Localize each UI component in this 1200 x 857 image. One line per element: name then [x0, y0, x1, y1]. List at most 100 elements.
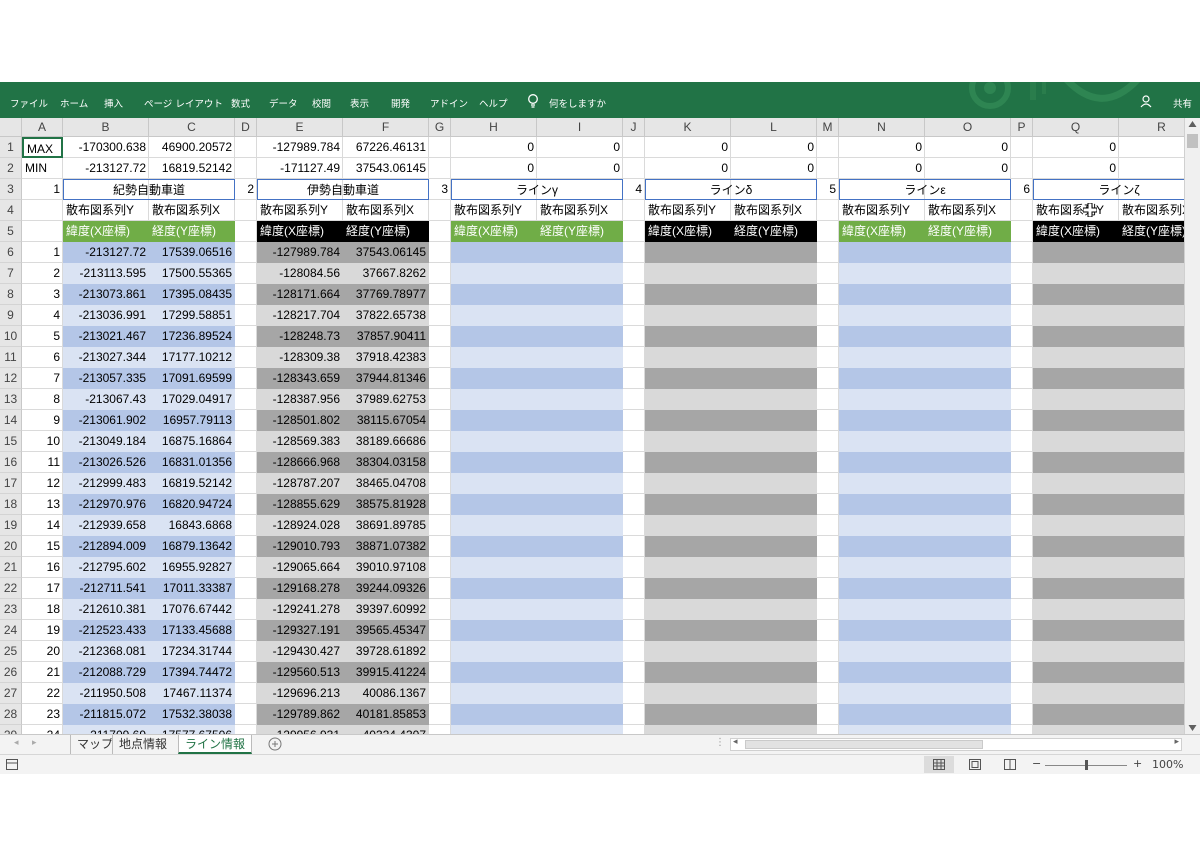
grid-cell[interactable] [817, 641, 839, 662]
grid-cell[interactable] [235, 641, 257, 662]
empty-band-cell[interactable] [645, 263, 817, 284]
grid-cell[interactable] [1011, 305, 1033, 326]
empty-band-cell[interactable] [451, 347, 623, 368]
grid-cell[interactable] [623, 704, 645, 725]
grid-cell[interactable] [623, 263, 645, 284]
row-header[interactable]: 11 [0, 347, 22, 368]
empty-band-cell[interactable] [1033, 704, 1200, 725]
empty-band-cell[interactable] [1033, 599, 1200, 620]
latitude-value[interactable]: -213061.902 [63, 410, 149, 431]
grid-cell[interactable] [1011, 515, 1033, 536]
line-number[interactable]: 5 [817, 179, 839, 200]
tab-view[interactable]: 表示 [350, 96, 369, 110]
grid-cell[interactable] [817, 158, 839, 179]
grid-cell[interactable] [429, 494, 451, 515]
latitude-value[interactable]: -211815.072 [63, 704, 149, 725]
grid-cell[interactable] [817, 389, 839, 410]
point-index[interactable]: 11 [22, 452, 63, 473]
longitude-header[interactable]: 経度(Y座標) [925, 221, 1011, 242]
grid-cell[interactable] [623, 578, 645, 599]
grid-cell[interactable] [235, 557, 257, 578]
grid-cell[interactable] [1011, 641, 1033, 662]
empty-band-cell[interactable] [1033, 641, 1200, 662]
grid-cell[interactable] [1011, 704, 1033, 725]
empty-band-cell[interactable] [645, 326, 817, 347]
tell-me-search[interactable]: 何をしますか [549, 96, 606, 110]
empty-band-cell[interactable] [1033, 683, 1200, 704]
scatter-series-x-label[interactable]: 散布図系列X [343, 200, 429, 221]
longitude-value[interactable]: 16820.94724 [149, 494, 235, 515]
latitude-value[interactable]: -129241.278 [257, 599, 343, 620]
grid-cell[interactable] [235, 683, 257, 704]
grid-cell[interactable] [235, 137, 257, 158]
row-header[interactable]: 28 [0, 704, 22, 725]
grid-cell[interactable] [429, 158, 451, 179]
grid-cell[interactable] [1011, 410, 1033, 431]
grid-cell[interactable] [235, 515, 257, 536]
latitude-value[interactable]: -213026.526 [63, 452, 149, 473]
zoom-level[interactable]: 100% [1152, 758, 1183, 771]
longitude-value[interactable]: 16831.01356 [149, 452, 235, 473]
longitude-value[interactable]: 39397.60992 [343, 599, 429, 620]
scatter-series-y-label[interactable]: 散布図系列Y [1033, 200, 1119, 221]
latitude-value[interactable]: -212711.541 [63, 578, 149, 599]
grid-cell[interactable] [1011, 200, 1033, 221]
longitude-value[interactable]: 38575.81928 [343, 494, 429, 515]
longitude-value[interactable]: 38189.66686 [343, 431, 429, 452]
min-value-e[interactable]: -171127.49 [257, 158, 343, 179]
empty-band-cell[interactable] [451, 704, 623, 725]
vertical-scrollbar[interactable] [1184, 118, 1200, 734]
horizontal-scroll-thumb[interactable] [745, 740, 983, 749]
tab-home[interactable]: ホーム [60, 96, 88, 110]
row-header[interactable]: 27 [0, 683, 22, 704]
grid-cell[interactable] [429, 452, 451, 473]
grid-cell[interactable] [1011, 263, 1033, 284]
grid-cell[interactable] [429, 620, 451, 641]
grid-cell[interactable] [1011, 662, 1033, 683]
longitude-value[interactable]: 17500.55365 [149, 263, 235, 284]
min-value-c[interactable]: 16819.52142 [149, 158, 235, 179]
empty-band-cell[interactable] [451, 305, 623, 326]
line-name[interactable]: 紀勢自動車道 [63, 179, 235, 200]
grid-cell[interactable] [235, 305, 257, 326]
empty-band-cell[interactable] [451, 557, 623, 578]
normal-view-icon[interactable] [933, 759, 945, 770]
latitude-value[interactable]: -213036.991 [63, 305, 149, 326]
min-value-h[interactable]: 0 [451, 158, 537, 179]
empty-band-cell[interactable] [451, 536, 623, 557]
longitude-value[interactable]: 39010.97108 [343, 557, 429, 578]
longitude-value[interactable]: 17091.69599 [149, 368, 235, 389]
grid-cell[interactable] [235, 578, 257, 599]
grid-cell[interactable] [623, 200, 645, 221]
latitude-value[interactable]: -129010.793 [257, 536, 343, 557]
row-header[interactable]: 1 [0, 137, 22, 158]
longitude-value[interactable]: 37944.81346 [343, 368, 429, 389]
grid-cell[interactable] [1011, 452, 1033, 473]
row-header[interactable]: 19 [0, 515, 22, 536]
longitude-value[interactable]: 38304.03158 [343, 452, 429, 473]
column-header-q[interactable]: Q [1033, 118, 1119, 137]
grid-cell[interactable] [817, 284, 839, 305]
row-header[interactable]: 12 [0, 368, 22, 389]
grid-cell[interactable] [1011, 326, 1033, 347]
latitude-value[interactable]: -129696.213 [257, 683, 343, 704]
empty-band-cell[interactable] [1033, 389, 1200, 410]
empty-band-cell[interactable] [839, 347, 1011, 368]
grid-cell[interactable] [623, 158, 645, 179]
empty-band-cell[interactable] [1033, 536, 1200, 557]
longitude-value[interactable]: 38871.07382 [343, 536, 429, 557]
grid-cell[interactable] [235, 326, 257, 347]
grid-cell[interactable] [623, 494, 645, 515]
longitude-value[interactable]: 37918.42383 [343, 347, 429, 368]
grid-cell[interactable] [429, 137, 451, 158]
latitude-value[interactable]: -129065.664 [257, 557, 343, 578]
tab-formulas[interactable]: 数式 [231, 96, 250, 110]
latitude-value[interactable]: -129430.427 [257, 641, 343, 662]
grid-cell[interactable] [235, 410, 257, 431]
row-header[interactable]: 3 [0, 179, 22, 200]
latitude-value[interactable]: -212610.381 [63, 599, 149, 620]
grid-cell[interactable] [429, 641, 451, 662]
line-name[interactable]: ラインγ [451, 179, 623, 200]
empty-band-cell[interactable] [839, 326, 1011, 347]
latitude-value[interactable]: -212368.081 [63, 641, 149, 662]
